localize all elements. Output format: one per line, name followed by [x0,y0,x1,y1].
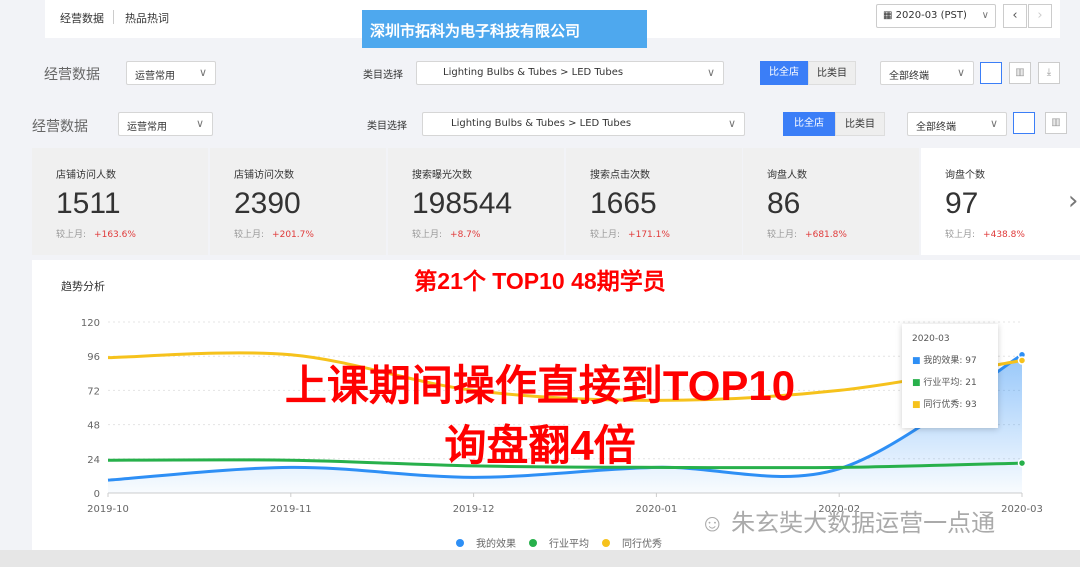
tooltip-item: 行业平均: 21 [923,378,977,388]
y-tick-label: 120 [81,318,100,329]
overlay-headline: 第21个 TOP10 48期学员 [414,268,666,294]
legend-label: 行业平均 [549,537,589,550]
overlay-line1: 上课期间操作直接到TOP10 [284,362,796,409]
legend-marker [529,539,537,547]
legend-label: 同行优秀 [622,537,662,550]
x-tick-label: 2019-10 [87,504,129,515]
data-point [1017,458,1027,468]
legend-marker [602,539,610,547]
x-tick-label: 2020-03 [1001,504,1043,515]
y-tick-label: 24 [87,455,100,466]
x-tick-label: 2019-11 [270,504,312,515]
data-point [1017,356,1027,365]
y-tick-label: 96 [87,352,100,363]
tooltip-item: 同行优秀: 93 [923,400,977,410]
legend-marker [456,539,464,547]
x-tick-label: 2019-12 [453,504,495,515]
watermark: ☺ 朱玄奘大数据运营一点通 [700,503,995,538]
bottom-bar [0,550,1080,567]
y-tick-label: 72 [87,386,100,397]
overlay-line2: 询盘翻4倍 [444,422,636,469]
tooltip-item: 我的效果: 97 [923,356,977,366]
chart-tooltip: 2020-03 ■ 我的效果: 97 ■ 行业平均: 21 ■ 同行优秀: 93 [902,324,998,428]
tooltip-title: 2020-03 [912,334,950,344]
x-tick-label: 2020-01 [636,504,678,515]
y-tick-label: 0 [94,489,100,500]
legend-label: 我的效果 [476,537,516,550]
watermark-text: 朱玄奘大数据运营一点通 [731,510,996,537]
wechat-icon: ☺ [700,510,732,537]
y-tick-label: 48 [87,421,100,432]
